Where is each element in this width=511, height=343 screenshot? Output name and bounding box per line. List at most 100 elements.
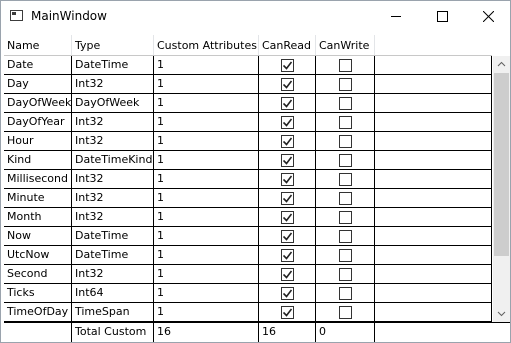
properties-datagrid[interactable]: Name Type Custom Attributes CanRead CanW… — [4, 35, 510, 342]
close-button[interactable] — [465, 1, 511, 32]
scroll-thumb[interactable] — [494, 73, 509, 256]
title-bar[interactable]: MainWindow — [1, 1, 510, 32]
cell-canwrite[interactable] — [316, 94, 375, 113]
cell-custom-attributes[interactable]: 1 — [154, 208, 259, 227]
cell-canwrite[interactable] — [316, 132, 375, 151]
header-name[interactable]: Name — [4, 35, 72, 56]
cell-name[interactable]: Day — [4, 75, 72, 94]
table-row[interactable]: DayOfYear Int32 1 — [4, 113, 492, 132]
cell-custom-attributes[interactable]: 1 — [154, 75, 259, 94]
cell-type[interactable]: DateTime — [72, 246, 154, 265]
canwrite-checkbox[interactable] — [339, 173, 352, 186]
canread-checkbox[interactable] — [281, 268, 294, 281]
cell-custom-attributes[interactable]: 1 — [154, 56, 259, 75]
cell-type[interactable]: Int32 — [72, 170, 154, 189]
cell-canwrite[interactable] — [316, 208, 375, 227]
cell-name[interactable]: Hour — [4, 132, 72, 151]
canread-checkbox[interactable] — [281, 249, 294, 262]
table-row[interactable]: Second Int32 1 — [4, 265, 492, 284]
cell-type[interactable]: DayOfWeek — [72, 94, 154, 113]
cell-name[interactable]: Month — [4, 208, 72, 227]
cell-type[interactable]: Int64 — [72, 284, 154, 303]
cell-type[interactable]: TimeSpan — [72, 303, 154, 322]
cell-type[interactable]: Int32 — [72, 75, 154, 94]
header-type[interactable]: Type — [72, 35, 154, 56]
cell-name[interactable]: Millisecond — [4, 170, 72, 189]
cell-canwrite[interactable] — [316, 227, 375, 246]
vertical-scrollbar[interactable] — [493, 56, 510, 322]
cell-canread[interactable] — [259, 113, 316, 132]
cell-custom-attributes[interactable]: 1 — [154, 265, 259, 284]
cell-custom-attributes[interactable]: 1 — [154, 151, 259, 170]
cell-custom-attributes[interactable]: 1 — [154, 170, 259, 189]
canread-checkbox[interactable] — [281, 154, 294, 167]
cell-canread[interactable] — [259, 227, 316, 246]
cell-type[interactable]: Int32 — [72, 189, 154, 208]
table-row[interactable]: Date DateTime 1 — [4, 56, 492, 75]
header-canread[interactable]: CanRead — [259, 35, 316, 56]
cell-name[interactable]: Second — [4, 265, 72, 284]
table-row[interactable]: UtcNow DateTime 1 — [4, 246, 492, 265]
cell-type[interactable]: Int32 — [72, 265, 154, 284]
cell-custom-attributes[interactable]: 1 — [154, 227, 259, 246]
canwrite-checkbox[interactable] — [339, 268, 352, 281]
cell-canwrite[interactable] — [316, 75, 375, 94]
table-row[interactable]: Minute Int32 1 — [4, 189, 492, 208]
table-row[interactable]: Kind DateTimeKind 1 — [4, 151, 492, 170]
table-row[interactable]: DayOfWeek DayOfWeek 1 — [4, 94, 492, 113]
canwrite-checkbox[interactable] — [339, 192, 352, 205]
cell-custom-attributes[interactable]: 1 — [154, 113, 259, 132]
cell-custom-attributes[interactable]: 1 — [154, 94, 259, 113]
cell-name[interactable]: DayOfYear — [4, 113, 72, 132]
maximize-button[interactable] — [419, 1, 465, 32]
header-canwrite[interactable]: CanWrite — [316, 35, 375, 56]
cell-canread[interactable] — [259, 151, 316, 170]
canwrite-checkbox[interactable] — [339, 78, 352, 91]
cell-canwrite[interactable] — [316, 189, 375, 208]
cell-type[interactable]: Int32 — [72, 208, 154, 227]
cell-custom-attributes[interactable]: 1 — [154, 284, 259, 303]
table-row[interactable]: Day Int32 1 — [4, 75, 492, 94]
cell-canread[interactable] — [259, 75, 316, 94]
cell-type[interactable]: Int32 — [72, 113, 154, 132]
cell-canread[interactable] — [259, 56, 316, 75]
scroll-up-button[interactable] — [493, 56, 510, 73]
scroll-down-button[interactable] — [493, 305, 510, 322]
canwrite-checkbox[interactable] — [339, 97, 352, 110]
cell-canread[interactable] — [259, 208, 316, 227]
canread-checkbox[interactable] — [281, 211, 294, 224]
table-row[interactable]: Millisecond Int32 1 — [4, 170, 492, 189]
canwrite-checkbox[interactable] — [339, 211, 352, 224]
cell-type[interactable]: Int32 — [72, 132, 154, 151]
cell-name[interactable]: TimeOfDay — [4, 303, 72, 322]
canwrite-checkbox[interactable] — [339, 306, 352, 319]
table-row[interactable]: Hour Int32 1 — [4, 132, 492, 151]
cell-name[interactable]: Kind — [4, 151, 72, 170]
canread-checkbox[interactable] — [281, 192, 294, 205]
minimize-button[interactable] — [373, 1, 419, 32]
cell-canread[interactable] — [259, 303, 316, 322]
cell-custom-attributes[interactable]: 1 — [154, 189, 259, 208]
canread-checkbox[interactable] — [281, 230, 294, 243]
cell-type[interactable]: DateTimeKind — [72, 151, 154, 170]
table-row[interactable]: Now DateTime 1 — [4, 227, 492, 246]
canread-checkbox[interactable] — [281, 287, 294, 300]
cell-name[interactable]: Ticks — [4, 284, 72, 303]
cell-canwrite[interactable] — [316, 170, 375, 189]
canread-checkbox[interactable] — [281, 97, 294, 110]
cell-canwrite[interactable] — [316, 284, 375, 303]
canwrite-checkbox[interactable] — [339, 154, 352, 167]
canread-checkbox[interactable] — [281, 135, 294, 148]
header-custom-attributes[interactable]: Custom Attributes — [154, 35, 259, 56]
cell-canwrite[interactable] — [316, 113, 375, 132]
cell-custom-attributes[interactable]: 1 — [154, 303, 259, 322]
canwrite-checkbox[interactable] — [339, 135, 352, 148]
cell-custom-attributes[interactable]: 1 — [154, 246, 259, 265]
cell-type[interactable]: DateTime — [72, 56, 154, 75]
canread-checkbox[interactable] — [281, 173, 294, 186]
cell-name[interactable]: Minute — [4, 189, 72, 208]
cell-canread[interactable] — [259, 94, 316, 113]
cell-name[interactable]: UtcNow — [4, 246, 72, 265]
cell-canread[interactable] — [259, 265, 316, 284]
cell-canwrite[interactable] — [316, 246, 375, 265]
